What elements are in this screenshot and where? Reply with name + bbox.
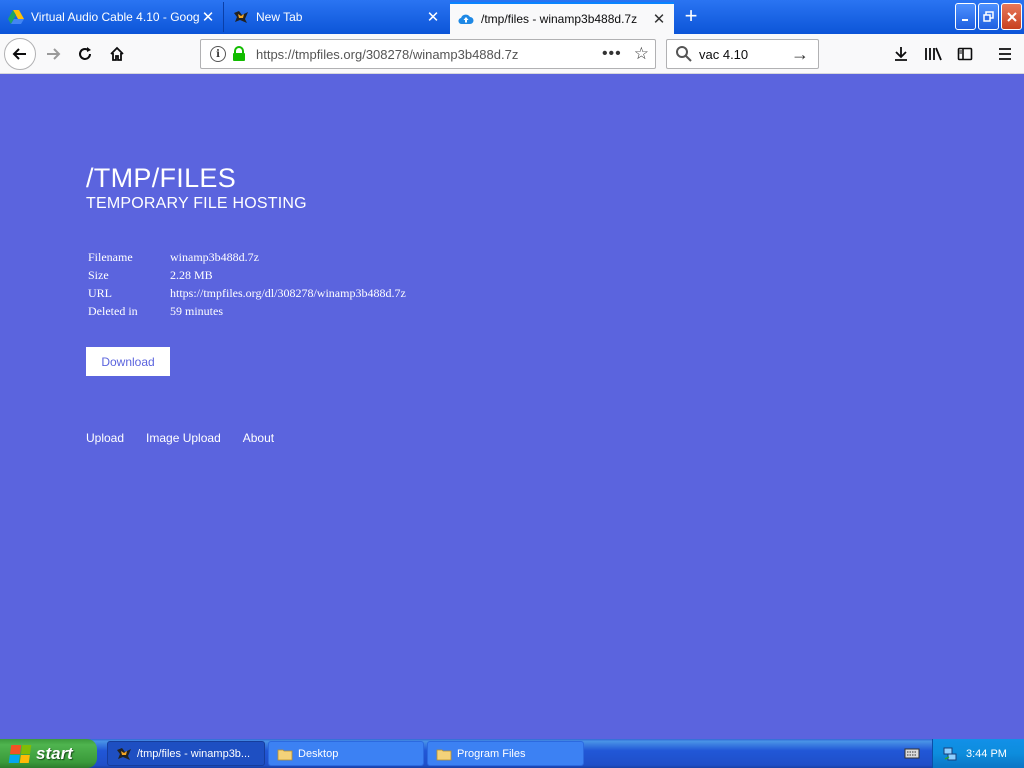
google-drive-icon: [8, 9, 24, 25]
close-icon[interactable]: ✕: [199, 8, 217, 26]
start-button[interactable]: start: [0, 739, 97, 768]
minimize-icon: [961, 18, 968, 21]
upload-link[interactable]: Upload: [86, 431, 124, 445]
back-arrow-icon: [12, 48, 26, 60]
site-title: /TMP/FILES: [86, 163, 237, 193]
tab-title: Virtual Audio Cable 4.10 - Google D: [31, 10, 199, 24]
search-icon: [676, 46, 692, 62]
table-row: Deleted in 59 minutes: [86, 302, 408, 320]
taskbar: start /tmp/files - winamp3b... Desktop P…: [0, 739, 1024, 768]
footer-nav: Upload Image Upload About: [86, 431, 296, 445]
tab-tmpfiles[interactable]: /tmp/files - winamp3b488d.7z ✕: [450, 2, 674, 34]
taskbar-item-program-files[interactable]: Program Files: [427, 741, 584, 766]
table-row: URL https://tmpfiles.org/dl/308278/winam…: [86, 284, 408, 302]
deleted-in-value: 59 minutes: [170, 303, 223, 318]
table-row: Size 2.28 MB: [86, 266, 408, 284]
sidebar-button[interactable]: [950, 39, 980, 69]
network-icon[interactable]: [942, 746, 958, 762]
search-input[interactable]: [699, 46, 789, 62]
download-arrow-icon: [895, 47, 907, 61]
minimize-button[interactable]: [955, 3, 976, 30]
back-button[interactable]: [4, 38, 36, 70]
page-actions-icon[interactable]: •••: [602, 45, 622, 63]
windows-logo-icon: [8, 744, 32, 763]
filename-label: Filename: [88, 249, 133, 264]
image-upload-link[interactable]: Image Upload: [146, 431, 221, 445]
sidebar-icon: [957, 47, 973, 61]
page-content: /TMP/FILES TEMPORARY FILE HOSTING Filena…: [0, 75, 1024, 739]
reload-button[interactable]: [70, 39, 100, 69]
start-label: start: [36, 743, 73, 763]
forward-button[interactable]: [38, 39, 68, 69]
url-value: https://tmpfiles.org/dl/308278/winamp3b4…: [170, 285, 406, 300]
bookmark-star-icon[interactable]: ☆: [634, 44, 649, 64]
winamp-icon: [233, 9, 249, 25]
taskbar-item-desktop[interactable]: Desktop: [268, 741, 424, 766]
search-go-arrow-icon[interactable]: →: [791, 44, 809, 65]
tab-strip: Virtual Audio Cable 4.10 - Google D ✕ Ne…: [0, 0, 1024, 34]
download-button[interactable]: Download: [86, 347, 170, 376]
new-tab-button[interactable]: +: [678, 4, 704, 30]
home-button[interactable]: [102, 39, 132, 69]
taskbar-item-label: Program Files: [457, 747, 526, 760]
size-label: Size: [88, 267, 109, 282]
url-text[interactable]: https://tmpfiles.org/308278/winamp3b488d…: [256, 47, 602, 62]
deleted-in-label: Deleted in: [88, 303, 138, 318]
search-bar[interactable]: →: [666, 39, 819, 69]
taskbar-item-label: Desktop: [298, 747, 339, 760]
forward-arrow-icon: [47, 48, 61, 60]
table-row: Filename winamp3b488d.7z: [86, 248, 408, 266]
file-info-table: Filename winamp3b488d.7z Size 2.28 MB UR…: [86, 248, 408, 320]
tab-title: New Tab: [256, 10, 303, 24]
filename-value: winamp3b488d.7z: [170, 249, 259, 264]
tab-new-tab[interactable]: New Tab ✕: [225, 2, 448, 32]
address-bar[interactable]: i https://tmpfiles.org/308278/winamp3b48…: [200, 39, 656, 69]
restore-icon: [983, 11, 994, 22]
downloads-button[interactable]: [886, 39, 916, 69]
info-icon[interactable]: i: [210, 46, 226, 62]
home-icon: [110, 46, 124, 61]
system-tray: 3:44 PM: [932, 739, 1024, 768]
menu-button[interactable]: [990, 39, 1020, 69]
keyboard-icon[interactable]: [904, 746, 920, 763]
taskbar-item-browser[interactable]: /tmp/files - winamp3b...: [107, 741, 265, 766]
window-close-button[interactable]: [1001, 3, 1022, 30]
library-icon: [925, 47, 942, 61]
folder-icon: [436, 749, 452, 760]
size-value: 2.28 MB: [170, 267, 213, 282]
close-icon[interactable]: ✕: [650, 10, 668, 28]
taskbar-item-label: /tmp/files - winamp3b...: [137, 747, 251, 760]
close-icon[interactable]: ✕: [424, 8, 442, 26]
winamp-icon: [117, 747, 131, 760]
restore-button[interactable]: [978, 3, 999, 30]
clock[interactable]: 3:44 PM: [966, 748, 1007, 760]
reload-icon: [79, 47, 91, 60]
site-subtitle: TEMPORARY FILE HOSTING: [86, 195, 307, 212]
hamburger-menu-icon: [999, 48, 1011, 60]
tab-title: /tmp/files - winamp3b488d.7z: [481, 12, 638, 26]
tab-virtual-audio-cable[interactable]: Virtual Audio Cable 4.10 - Google D ✕: [0, 2, 224, 32]
library-button[interactable]: [918, 39, 948, 69]
folder-icon: [277, 749, 293, 760]
navigation-toolbar: i https://tmpfiles.org/308278/winamp3b48…: [0, 34, 1024, 74]
url-label: URL: [88, 285, 112, 300]
lock-icon[interactable]: [232, 46, 248, 62]
close-window-icon: [1006, 11, 1017, 22]
cloud-upload-icon: [458, 11, 474, 27]
about-link[interactable]: About: [243, 431, 274, 445]
